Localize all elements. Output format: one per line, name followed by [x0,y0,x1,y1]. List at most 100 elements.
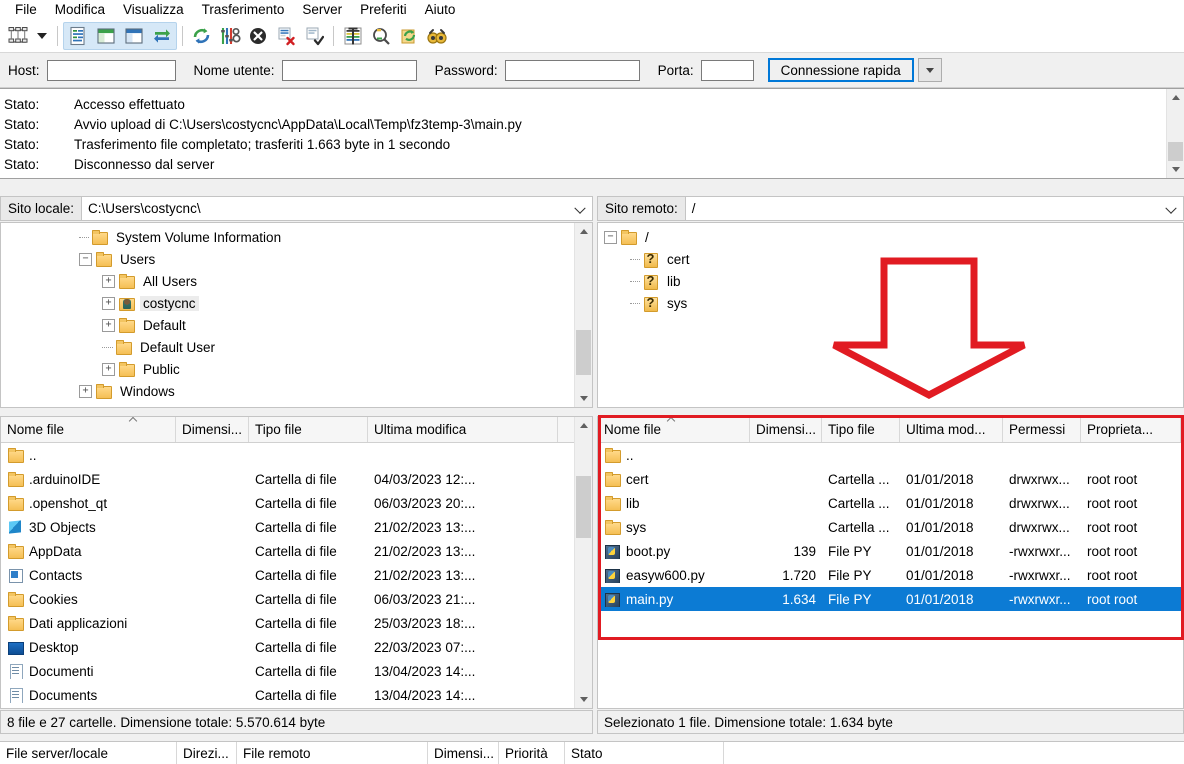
cancel-operation-icon[interactable] [244,23,272,49]
scroll-down-icon[interactable] [575,390,592,407]
collapse-toggle-icon[interactable]: − [79,252,92,266]
local-tree-scrollbar[interactable] [574,223,592,407]
filter-icon[interactable] [339,23,367,49]
tree-node[interactable]: lib [604,270,1183,292]
table-row[interactable]: easyw600.py 1.720 File PY 01/01/2018 -rw… [598,563,1183,587]
menu-item-file[interactable]: File [6,0,46,20]
scroll-up-icon[interactable] [575,223,592,240]
column-header-dimensione[interactable]: Dimensi... [750,417,822,442]
local-file-list[interactable]: Nome file Dimensi... Tipo file Ultima mo… [0,416,593,709]
tree-node[interactable]: + Public [1,358,592,380]
column-header-nome-file[interactable]: Nome file [1,417,176,442]
table-row[interactable]: Dati applicazioni Cartella di file 25/03… [1,611,592,635]
tree-node[interactable]: + All Users [1,270,592,292]
tree-node[interactable]: Default User [1,336,592,358]
menu-item-trasferimento[interactable]: Trasferimento [193,0,294,20]
tree-node[interactable]: sys [604,292,1183,314]
process-queue-icon[interactable] [216,23,244,49]
menu-item-modifica[interactable]: Modifica [46,0,114,20]
table-row-selected[interactable]: main.py 1.634 File PY 01/01/2018 -rwxrwx… [598,587,1183,611]
column-header-tipo-file[interactable]: Tipo file [822,417,900,442]
menu-item-server[interactable]: Server [293,0,351,20]
disconnect-icon[interactable] [272,23,300,49]
tree-node[interactable]: System Volume Information [1,226,592,248]
expand-toggle-icon[interactable]: + [102,274,115,288]
queue-column-stato[interactable]: Stato [565,742,724,764]
compare-directories-icon[interactable] [367,23,395,49]
table-row[interactable]: .openshot_qt Cartella di file 06/03/2023… [1,491,592,515]
local-directory-tree[interactable]: System Volume Information − Users + All … [0,222,593,408]
site-manager-dropdown-caret[interactable] [32,23,52,49]
tree-node[interactable]: + Default [1,314,592,336]
tree-node-costycnc[interactable]: + costycnc [1,292,592,314]
local-file-list-scrollbar[interactable] [574,417,592,708]
scrollbar-track[interactable] [575,240,592,390]
scroll-up-icon[interactable] [575,417,592,434]
collapse-toggle-icon[interactable]: − [604,230,617,244]
queue-column-file-remoto[interactable]: File remoto [237,742,428,764]
quickconnect-history-dropdown[interactable] [917,58,942,82]
local-site-path-combo[interactable]: C:\Users\costycnc\ [81,196,593,221]
table-row[interactable]: sys Cartella ... 01/01/2018 drwxrwx... r… [598,515,1183,539]
table-row[interactable]: boot.py 139 File PY 01/01/2018 -rwxrwxr.… [598,539,1183,563]
scrollbar-thumb[interactable] [576,330,591,375]
tree-node[interactable]: + Windows [1,380,592,402]
column-header-nome-file[interactable]: Nome file [598,417,750,442]
table-row[interactable]: cert Cartella ... 01/01/2018 drwxrwx... … [598,467,1183,491]
queue-column-direzione[interactable]: Direzi... [177,742,237,764]
message-log-scrollbar[interactable] [1166,89,1184,178]
table-row[interactable]: Desktop Cartella di file 22/03/2023 07:.… [1,635,592,659]
expand-toggle-icon[interactable]: + [102,296,115,310]
scrollbar-track[interactable] [1167,106,1184,164]
column-header-dimensione[interactable]: Dimensi... [176,417,249,442]
tree-node-root[interactable]: − / [604,226,1183,248]
queue-column-file-server-locale[interactable]: File server/locale [0,742,177,764]
username-input[interactable] [281,59,417,81]
toggle-remote-tree-icon[interactable] [120,23,148,49]
table-row[interactable]: Documents Cartella di file 13/04/2023 14… [1,683,592,707]
column-header-ultima-modifica[interactable]: Ultima mod... [900,417,1003,442]
chevron-down-icon[interactable] [1165,202,1177,214]
column-header-tipo-file[interactable]: Tipo file [249,417,368,442]
expand-toggle-icon[interactable]: + [102,318,115,332]
remote-file-list[interactable]: Nome file Dimensi... Tipo file Ultima mo… [597,416,1184,709]
table-row[interactable]: Documenti Cartella di file 13/04/2023 14… [1,659,592,683]
toggle-local-tree-icon[interactable] [92,23,120,49]
tree-node[interactable]: cert [604,248,1183,270]
queue-column-priorita[interactable]: Priorità [499,742,565,764]
tree-node[interactable]: − Users [1,248,592,270]
table-row[interactable]: .. [598,443,1183,467]
refresh-icon[interactable] [188,23,216,49]
table-row[interactable]: Cookies Cartella di file 06/03/2023 21:.… [1,587,592,611]
scroll-down-icon[interactable] [575,691,592,708]
table-row[interactable]: AppData Cartella di file 21/02/2023 13:.… [1,539,592,563]
find-files-icon[interactable] [423,23,451,49]
column-header-ultima-modifica[interactable]: Ultima modifica [368,417,558,442]
table-row[interactable]: Contacts Cartella di file 21/02/2023 13:… [1,563,592,587]
column-header-permessi[interactable]: Permessi [1003,417,1081,442]
toggle-transfer-queue-icon[interactable] [148,23,176,49]
scrollbar-thumb[interactable] [576,476,591,538]
table-row[interactable]: lib Cartella ... 01/01/2018 drwxrwx... r… [598,491,1183,515]
synchronized-browsing-icon[interactable] [395,23,423,49]
scrollbar-track[interactable] [575,434,592,691]
scroll-down-icon[interactable] [1167,161,1184,178]
quickconnect-button[interactable]: Connessione rapida [767,58,914,82]
menu-item-preferiti[interactable]: Preferiti [351,0,416,20]
table-row[interactable]: 3D Objects Cartella di file 21/02/2023 1… [1,515,592,539]
menu-item-visualizza[interactable]: Visualizza [114,0,193,20]
expand-toggle-icon[interactable]: + [79,384,92,398]
host-input[interactable] [46,59,176,81]
site-manager-icon[interactable] [4,23,32,49]
table-row[interactable]: .. [1,443,592,467]
reconnect-icon[interactable] [300,23,328,49]
toggle-message-log-icon[interactable] [64,23,92,49]
port-input[interactable] [700,59,754,81]
password-input[interactable] [504,59,640,81]
expand-toggle-icon[interactable]: + [102,362,115,376]
chevron-down-icon[interactable] [574,202,586,214]
scroll-up-icon[interactable] [1167,89,1184,106]
queue-column-dimensione[interactable]: Dimensi... [428,742,499,764]
table-row[interactable]: .arduinoIDE Cartella di file 04/03/2023 … [1,467,592,491]
menu-item-aiuto[interactable]: Aiuto [416,0,465,20]
